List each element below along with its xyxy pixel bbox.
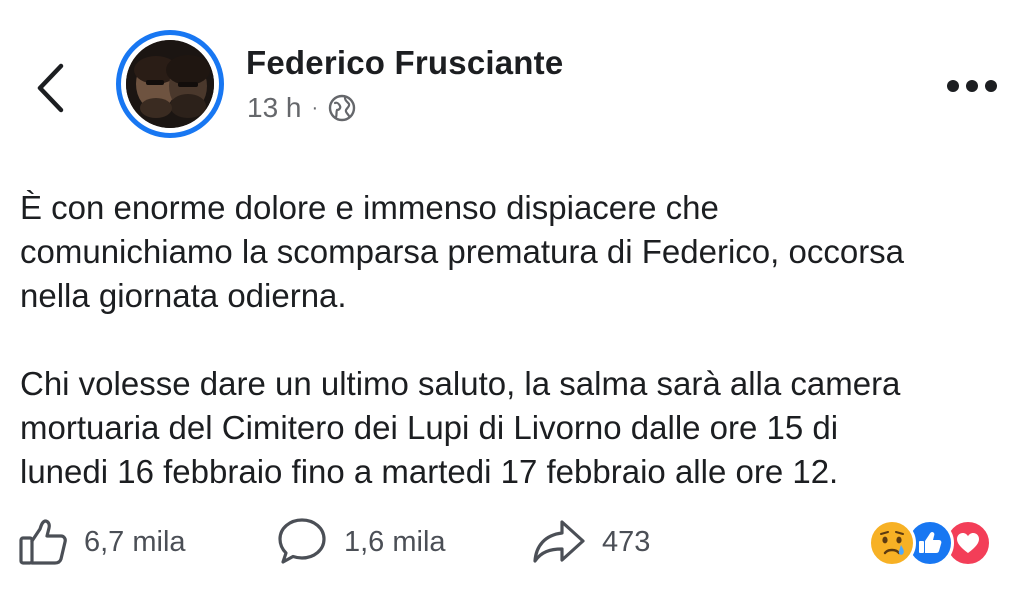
back-button[interactable] — [24, 56, 76, 120]
chevron-left-icon — [37, 63, 64, 113]
share-arrow-icon — [533, 520, 585, 563]
like-button[interactable]: 6,7 mila — [18, 514, 186, 570]
comments-count: 1,6 mila — [344, 525, 446, 558]
post-card: Federico Frusciante 13 h · È con enorme … — [0, 0, 1024, 597]
post-paragraph: Chi volesse dare un ultimo saluto, la sa… — [20, 365, 901, 490]
avatar — [126, 40, 214, 128]
likes-count: 6,7 mila — [84, 525, 186, 558]
avatar-story-ring[interactable] — [116, 30, 224, 138]
post-meta: 13 h · — [247, 92, 356, 124]
post-timestamp[interactable]: 13 h — [247, 92, 302, 124]
reactions-summary[interactable] — [868, 516, 992, 570]
author-name[interactable]: Federico Frusciante — [246, 44, 563, 82]
globe-icon — [328, 94, 356, 122]
post-body: È con enorme dolore e immenso dispiacere… — [20, 186, 1010, 538]
more-horizontal-icon — [947, 80, 997, 92]
more-options-button[interactable] — [940, 68, 1004, 104]
shares-count: 473 — [602, 525, 651, 558]
post-paragraph: È con enorme dolore e immenso dispiacere… — [20, 189, 905, 314]
share-button[interactable]: 473 — [532, 514, 650, 570]
sad-reaction-icon — [868, 519, 916, 567]
comment-bubble-icon — [278, 518, 326, 564]
thumbs-up-icon — [19, 519, 67, 565]
meta-separator: · — [311, 97, 319, 119]
comment-button[interactable]: 1,6 mila — [276, 514, 446, 570]
